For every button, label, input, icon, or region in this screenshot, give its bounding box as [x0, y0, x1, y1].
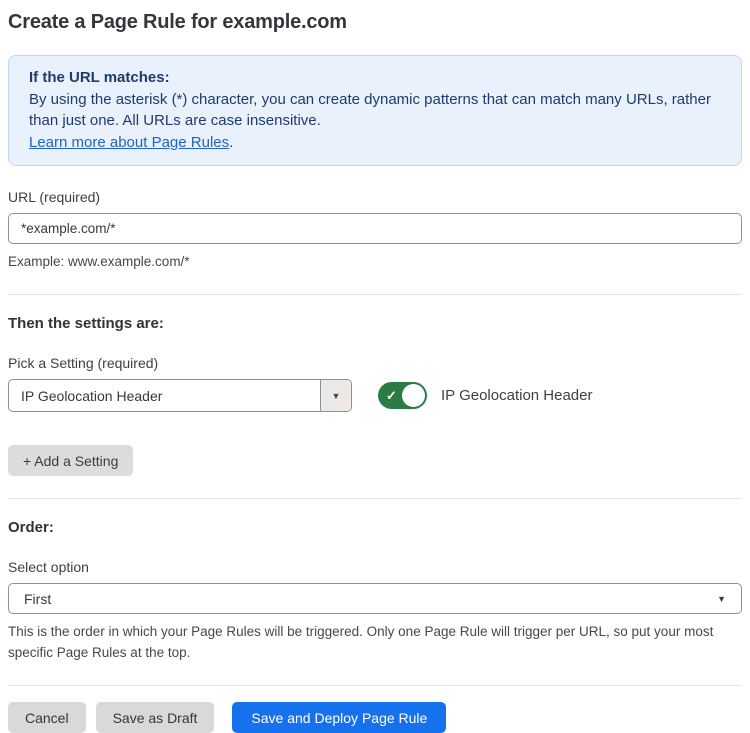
- settings-controls-row: IP Geolocation Header ▼ ✓ IP Geolocation…: [8, 379, 742, 412]
- setting-select-value: IP Geolocation Header: [9, 380, 320, 411]
- geolocation-toggle[interactable]: ✓: [378, 382, 427, 409]
- order-select-label: Select option: [8, 559, 742, 575]
- setting-select-arrow-button[interactable]: ▼: [320, 380, 351, 411]
- chevron-down-icon: ▼: [332, 391, 341, 401]
- pick-setting-label: Pick a Setting (required): [8, 355, 742, 371]
- settings-heading: Then the settings are:: [8, 315, 742, 332]
- toggle-label: IP Geolocation Header: [441, 387, 593, 404]
- divider: [8, 294, 742, 295]
- add-setting-button[interactable]: + Add a Setting: [8, 445, 133, 476]
- page-title: Create a Page Rule for example.com: [8, 11, 742, 34]
- info-box-body: By using the asterisk (*) character, you…: [29, 89, 721, 131]
- url-label: URL (required): [8, 189, 742, 205]
- check-icon: ✓: [386, 389, 397, 402]
- chevron-down-icon: ▼: [717, 594, 726, 604]
- cancel-button[interactable]: Cancel: [8, 702, 86, 733]
- toggle-knob: [402, 384, 425, 407]
- action-buttons-row: Cancel Save as Draft Save and Deploy Pag…: [8, 702, 742, 733]
- info-box-link-line: Learn more about Page Rules.: [29, 132, 721, 153]
- save-and-deploy-button[interactable]: Save and Deploy Page Rule: [232, 702, 446, 733]
- url-input[interactable]: [8, 213, 742, 244]
- learn-more-link[interactable]: Learn more about Page Rules: [29, 134, 229, 151]
- order-heading: Order:: [8, 519, 742, 536]
- url-example-helper: Example: www.example.com/*: [8, 251, 742, 272]
- link-suffix: .: [229, 134, 233, 151]
- divider: [8, 685, 742, 686]
- order-help-text: This is the order in which your Page Rul…: [8, 621, 742, 663]
- create-page-rule-form: Create a Page Rule for example.com If th…: [0, 0, 750, 733]
- info-box-heading: If the URL matches:: [29, 67, 721, 88]
- setting-select[interactable]: IP Geolocation Header ▼: [8, 379, 352, 412]
- order-select[interactable]: First ▼: [8, 583, 742, 614]
- save-as-draft-button[interactable]: Save as Draft: [96, 702, 215, 733]
- divider: [8, 498, 742, 499]
- geolocation-toggle-group: ✓ IP Geolocation Header: [378, 382, 593, 409]
- url-match-info-box: If the URL matches: By using the asteris…: [8, 55, 742, 166]
- order-select-value: First: [24, 591, 51, 607]
